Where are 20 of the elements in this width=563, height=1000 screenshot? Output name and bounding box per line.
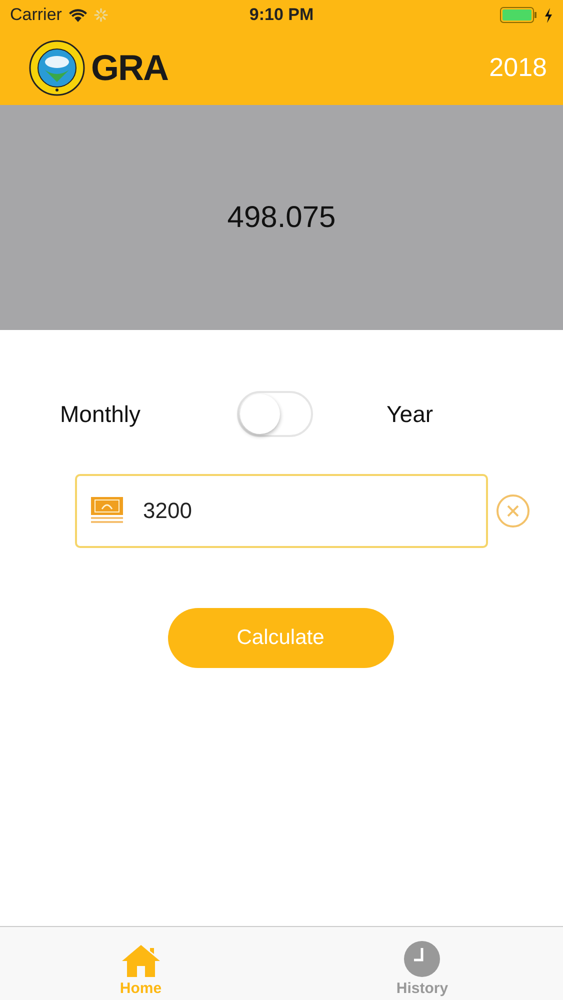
- status-time: 9:10 PM: [249, 5, 314, 25]
- battery-icon: [500, 7, 538, 23]
- period-toggle[interactable]: [236, 391, 313, 437]
- monthly-label: Monthly: [60, 400, 141, 428]
- tab[interactable]: Home: [0, 927, 282, 1000]
- result-value: 498.075: [227, 200, 336, 234]
- tab[interactable]: History: [282, 927, 563, 1000]
- logo-text: GRA: [91, 46, 168, 88]
- clock-icon: [403, 940, 442, 978]
- calculate-button[interactable]: Calculate: [168, 608, 394, 668]
- clear-icon[interactable]: [496, 494, 530, 528]
- spinner-icon: [94, 8, 108, 22]
- amount-field[interactable]: 3200: [75, 474, 488, 548]
- money-icon: [91, 497, 123, 525]
- home-icon: [120, 944, 161, 978]
- carrier-name: Carrier: [10, 5, 62, 25]
- year-option-label: Year: [386, 400, 434, 428]
- year-label: 2018: [489, 52, 547, 83]
- wifi-icon: [68, 8, 88, 22]
- seal-icon: [29, 40, 85, 96]
